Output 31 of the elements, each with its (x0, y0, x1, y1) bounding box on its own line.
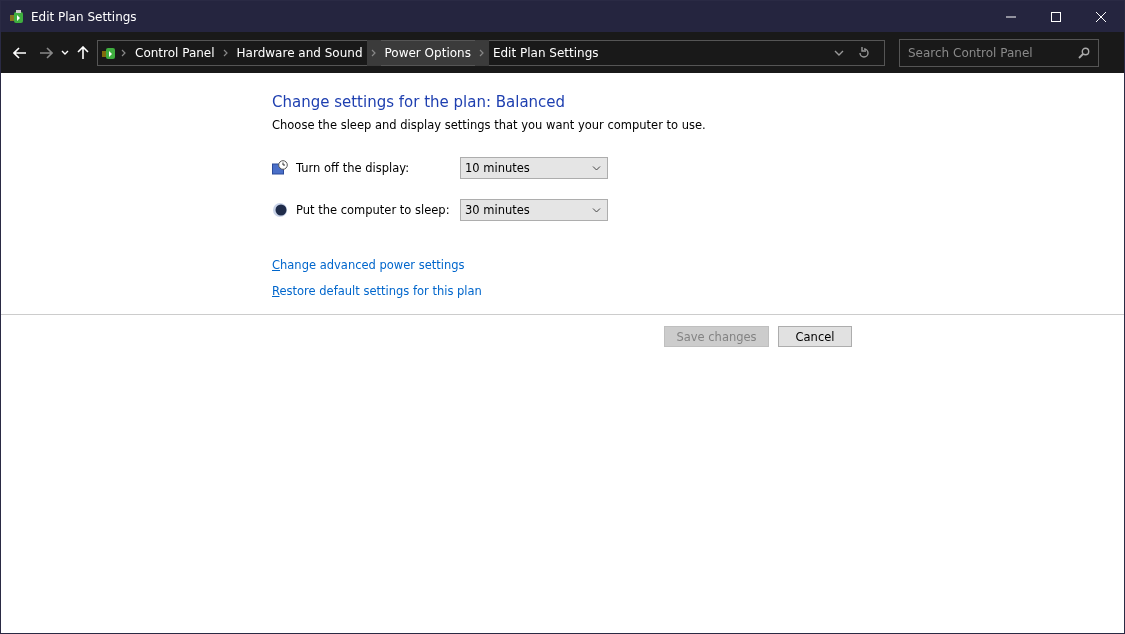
dropdown[interactable]: 10 minutes (460, 157, 608, 179)
breadcrumb-item[interactable]: Edit Plan Settings (488, 40, 603, 65)
search-icon (1078, 46, 1090, 59)
setting-label: Put the computer to sleep: (296, 203, 451, 217)
dialog-button[interactable]: Cancel (778, 326, 852, 347)
maximize-icon[interactable] (1051, 11, 1061, 22)
link[interactable]: Change advanced power settings (272, 258, 465, 272)
window-title: Edit Plan Settings (31, 9, 137, 24)
refresh-icon[interactable] (858, 46, 870, 59)
caret-icon (592, 207, 601, 213)
page-heading: Change settings for the plan: Balanced (272, 93, 566, 111)
close-icon[interactable] (1096, 11, 1106, 22)
search-field[interactable]: Search Control Panel (899, 38, 1099, 67)
forward-arrow-icon[interactable] (39, 46, 53, 59)
caret-icon (592, 165, 601, 171)
breadcrumb-item[interactable]: Control Panel (131, 40, 219, 65)
setting-label: Turn off the display: (296, 161, 411, 175)
dropdown[interactable]: 30 minutes (460, 199, 608, 221)
moon-icon (272, 202, 288, 218)
address-bar[interactable]: Control Panel Hardware and Sound Power Options Edit Plan Settings (97, 39, 885, 66)
power-options-icon (9, 8, 25, 25)
caret-icon[interactable] (834, 49, 844, 56)
monitor-clock-icon (272, 160, 288, 176)
recent-locations-caret-icon[interactable] (61, 50, 69, 55)
back-arrow-icon[interactable] (13, 46, 27, 59)
link[interactable]: Restore default settings for this plan (272, 284, 482, 298)
up-arrow-icon[interactable] (77, 45, 89, 60)
breadcrumb-item[interactable]: Power Options (380, 40, 475, 65)
chevron-icon[interactable] (366, 39, 381, 66)
description-text: Choose the sleep and display settings that you want your computer to use. (272, 118, 706, 132)
breadcrumb-item[interactable]: Hardware and Sound (232, 40, 367, 65)
